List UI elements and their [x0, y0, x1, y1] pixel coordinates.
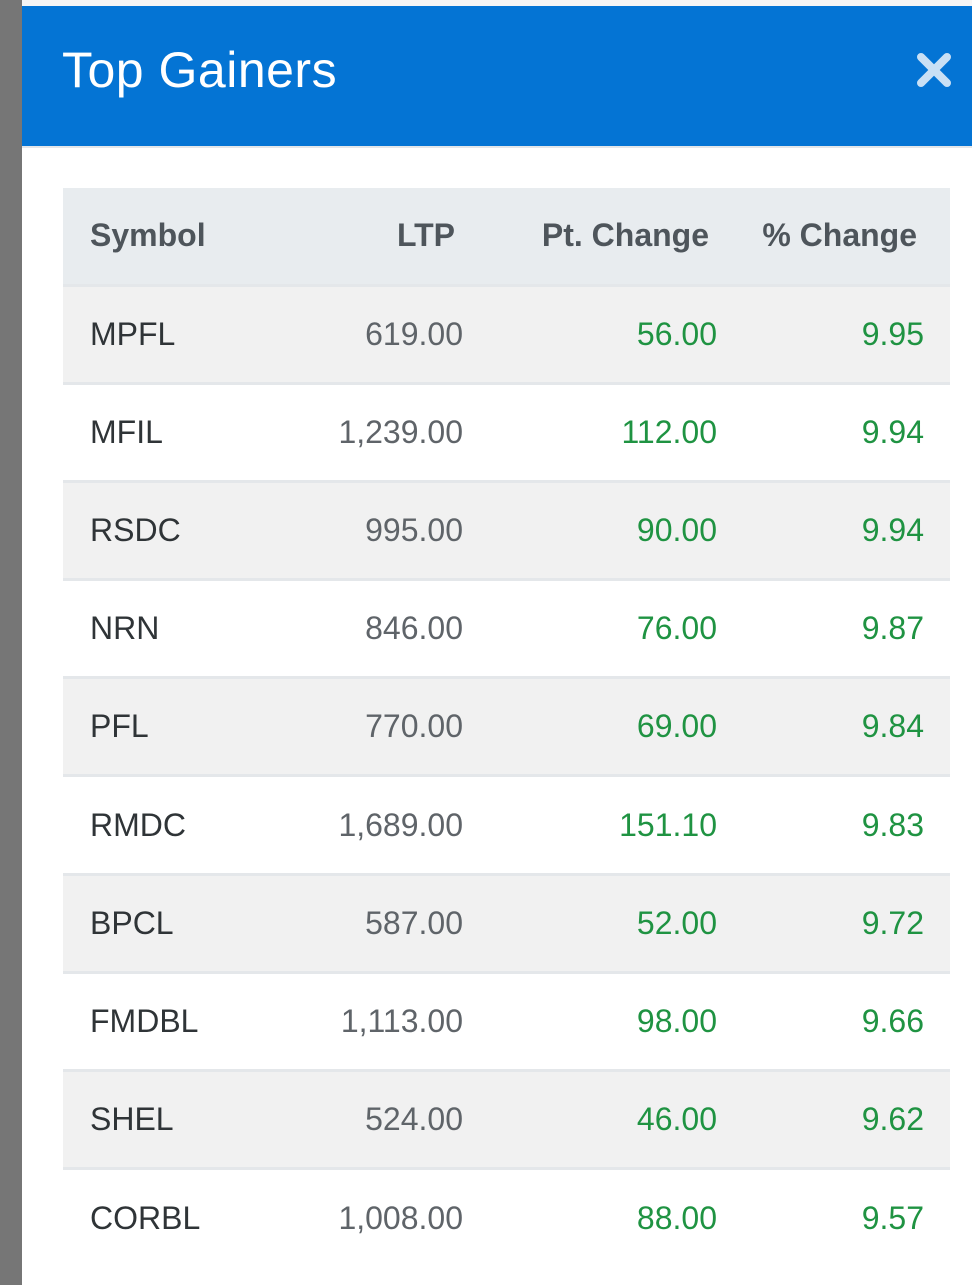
table-row[interactable]: PFL 770.00 69.00 9.84	[63, 677, 950, 776]
table-row[interactable]: NRN 846.00 76.00 9.87	[63, 579, 950, 678]
cell-pct-change: 9.94	[861, 511, 924, 548]
column-header-pct-change[interactable]: % Change	[717, 188, 950, 285]
top-gainers-page: Top Gainers Symbol LTP Pt. Change % Chan…	[0, 0, 972, 1285]
cell-symbol: MFIL	[90, 413, 163, 450]
cell-symbol: NRN	[90, 610, 160, 647]
table-row[interactable]: BPCL 587.00 52.00 9.72	[63, 874, 950, 973]
table-header-row: Symbol LTP Pt. Change % Change	[63, 188, 950, 285]
cell-symbol: RMDC	[90, 806, 186, 843]
cell-pt-change: 90.00	[636, 511, 717, 548]
cell-pt-change: 151.10	[619, 806, 717, 843]
cell-ltp: 846.00	[365, 610, 463, 647]
gainers-table: Symbol LTP Pt. Change % Change MPFL 619.0…	[63, 188, 950, 1267]
cell-pct-change: 9.62	[861, 1101, 924, 1138]
column-header-ltp[interactable]: LTP	[293, 188, 463, 285]
table-row[interactable]: RSDC 995.00 90.00 9.94	[63, 481, 950, 580]
cell-pt-change: 56.00	[636, 315, 717, 352]
cell-pt-change: 88.00	[636, 1200, 717, 1237]
cell-ltp: 587.00	[365, 904, 463, 941]
cell-pct-change: 9.87	[861, 610, 924, 647]
cell-symbol: PFL	[90, 708, 149, 745]
cell-pt-change: 112.00	[621, 413, 718, 450]
close-button[interactable]	[914, 50, 954, 90]
cell-pct-change: 9.72	[861, 904, 924, 941]
column-header-symbol[interactable]: Symbol	[63, 188, 293, 285]
cell-ltp: 770.00	[365, 708, 463, 745]
table-row[interactable]: MFIL 1,239.00 112.00 9.94	[63, 383, 950, 482]
cell-pct-change: 9.94	[861, 413, 924, 450]
cell-ltp: 524.00	[365, 1101, 463, 1138]
table-body: MPFL 619.00 56.00 9.95 MFIL 1,239.00 112.00 9.9…	[63, 285, 950, 1267]
cell-symbol: FMDBL	[90, 1002, 199, 1039]
table-row[interactable]: CORBL 1,008.00 88.00 9.57	[63, 1168, 950, 1267]
cell-pt-change: 46.00	[636, 1101, 717, 1138]
modal-header: Top Gainers	[22, 6, 972, 146]
cell-symbol: BPCL	[90, 904, 174, 941]
table-row[interactable]: MPFL 619.00 56.00 9.95	[63, 285, 950, 384]
modal-title: Top Gainers	[62, 42, 338, 98]
table-row[interactable]: SHEL 524.00 46.00 9.62	[63, 1070, 950, 1169]
cell-ltp: 1,239.00	[338, 413, 463, 450]
cell-symbol: SHEL	[90, 1101, 174, 1138]
gainers-table-container: Symbol LTP Pt. Change % Change MPFL 619.0…	[63, 188, 950, 1267]
header-divider	[22, 146, 972, 148]
cell-pct-change: 9.83	[861, 806, 924, 843]
cell-symbol: MPFL	[90, 315, 176, 352]
cell-pt-change: 76.00	[636, 610, 717, 647]
cell-pct-change: 9.57	[861, 1200, 924, 1237]
background-overlay	[0, 0, 22, 1285]
cell-ltp: 1,008.00	[338, 1200, 463, 1237]
cell-ltp: 1,113.00	[340, 1002, 463, 1039]
cell-pct-change: 9.84	[861, 708, 924, 745]
close-icon	[917, 53, 951, 87]
cell-pct-change: 9.95	[861, 315, 924, 352]
cell-ltp: 995.00	[365, 511, 463, 548]
cell-pt-change: 52.00	[636, 904, 717, 941]
cell-pct-change: 9.66	[861, 1002, 924, 1039]
cell-pt-change: 98.00	[636, 1002, 717, 1039]
cell-symbol: RSDC	[90, 511, 181, 548]
column-header-pt-change[interactable]: Pt. Change	[463, 188, 717, 285]
cell-symbol: CORBL	[90, 1200, 201, 1237]
table-row[interactable]: FMDBL 1,113.00 98.00 9.66	[63, 972, 950, 1071]
cell-ltp: 1,689.00	[338, 806, 463, 843]
table-header: Symbol LTP Pt. Change % Change	[63, 188, 950, 285]
cell-ltp: 619.00	[365, 315, 463, 352]
table-row[interactable]: RMDC 1,689.00 151.10 9.83	[63, 775, 950, 875]
cell-pt-change: 69.00	[636, 708, 717, 745]
